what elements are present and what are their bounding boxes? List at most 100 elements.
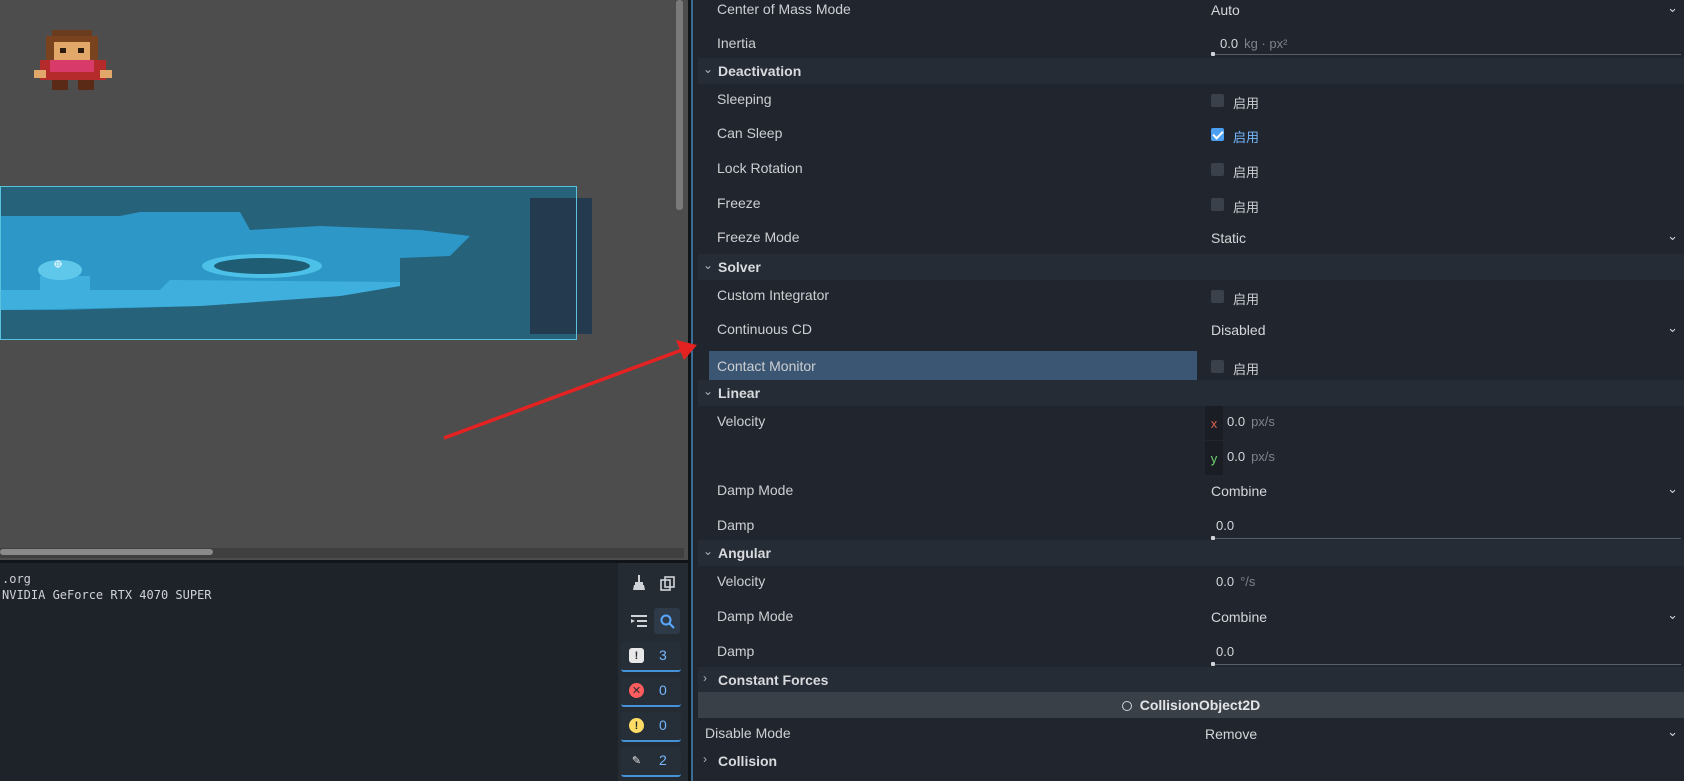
sleeping-checkbox[interactable]: [1211, 94, 1224, 107]
angular-damp-field[interactable]: 0.0: [1216, 644, 1234, 659]
velocity-y-value: 0.0: [1227, 449, 1246, 464]
property-custom-integrator[interactable]: Custom Integrator 启用: [693, 280, 1684, 314]
property-sleeping[interactable]: Sleeping 启用: [693, 84, 1684, 118]
copy-icon: [659, 575, 675, 591]
property-label: Contact Monitor: [717, 358, 816, 374]
angular-damp-slider[interactable]: [1211, 662, 1681, 666]
property-label: Damp: [717, 517, 755, 533]
checkbox-label: 启用: [1233, 165, 1260, 180]
copy-output-button[interactable]: [654, 570, 680, 596]
filter-errors-button[interactable]: ✕ 0: [621, 677, 681, 707]
property-freeze-mode[interactable]: Freeze Mode Static ⌄: [693, 222, 1684, 256]
property-center-of-mass-mode[interactable]: Center of Mass Mode Auto ⌄: [693, 0, 1684, 24]
angular-velocity-value: 0.0: [1216, 574, 1235, 589]
section-solver[interactable]: ⌄ Solver: [698, 254, 1684, 280]
velocity-y-field[interactable]: y 0.0 px/s: [1201, 441, 1684, 475]
property-label: Velocity: [717, 413, 766, 429]
property-angular-damp-mode[interactable]: Damp Mode Combine ⌄: [693, 601, 1684, 635]
filter-warnings-button[interactable]: ! 0: [621, 712, 681, 742]
search-icon: [660, 614, 675, 629]
viewport-horizontal-scrollbar[interactable]: [0, 549, 213, 555]
property-angular-damp[interactable]: Damp 0.0: [693, 636, 1684, 670]
chevron-down-icon: ⌄: [703, 384, 714, 398]
viewport-vertical-scrollbar[interactable]: [676, 0, 683, 210]
contact-monitor-checkbox[interactable]: [1211, 360, 1224, 373]
inertia-value: 0.0: [1220, 36, 1239, 51]
continuous-cd-dropdown[interactable]: Disabled: [1211, 322, 1265, 338]
canvas-viewport[interactable]: [0, 0, 688, 560]
property-lock-rotation[interactable]: Lock Rotation 启用: [693, 153, 1684, 187]
property-continuous-cd[interactable]: Continuous CD Disabled ⌄: [693, 314, 1684, 348]
property-contact-monitor[interactable]: Contact Monitor 启用: [693, 351, 1684, 381]
collapse-duplicates-button[interactable]: [626, 608, 652, 634]
property-label: Damp Mode: [717, 608, 794, 624]
property-label: Sleeping: [717, 91, 772, 107]
chevron-down-icon: ⌄: [1667, 228, 1678, 243]
section-title: Constant Forces: [718, 672, 829, 688]
inertia-value-field[interactable]: 0.0 kg · px²: [1220, 36, 1287, 51]
chevron-down-icon: ⌄: [1667, 607, 1678, 622]
property-can-sleep[interactable]: Can Sleep 启用: [693, 118, 1684, 152]
linear-damp-slider[interactable]: [1211, 536, 1681, 540]
chevron-down-icon: ⌄: [1667, 481, 1678, 496]
section-linear[interactable]: ⌄ Linear: [698, 380, 1684, 406]
console-line: .org: [2, 572, 31, 586]
property-label: Center of Mass Mode: [717, 1, 851, 17]
can-sleep-checkbox[interactable]: [1211, 128, 1224, 141]
custom-integrator-checkbox[interactable]: [1211, 290, 1224, 303]
class-title: CollisionObject2D: [1139, 697, 1261, 713]
velocity-x-field[interactable]: x 0.0 px/s: [1201, 406, 1684, 440]
platform-sprite[interactable]: [0, 186, 592, 342]
chevron-down-icon: ⌄: [703, 544, 714, 558]
property-angular-velocity[interactable]: Velocity 0.0 °/s: [693, 566, 1684, 600]
property-disable-mode[interactable]: Disable Mode Remove ⌄: [693, 718, 1684, 750]
x-axis-label: x: [1205, 406, 1223, 440]
section-title: Linear: [718, 385, 761, 401]
property-freeze[interactable]: Freeze 启用: [693, 188, 1684, 222]
property-linear-damp[interactable]: Damp 0.0: [693, 510, 1684, 544]
edit-icon: ✎: [631, 755, 642, 767]
property-inertia[interactable]: Inertia 0.0 kg · px²: [693, 28, 1684, 58]
output-console[interactable]: .org NVIDIA GeForce RTX 4070 SUPER: [0, 563, 618, 781]
checkbox-label: 启用: [1233, 200, 1260, 215]
property-linear-damp-mode[interactable]: Damp Mode Combine ⌄: [693, 475, 1684, 509]
inspector-panel: Center of Mass Mode Auto ⌄ Inertia 0.0 kg …: [693, 0, 1684, 781]
linear-damp-mode-dropdown[interactable]: Combine: [1211, 483, 1267, 499]
broom-icon: [633, 575, 645, 590]
property-linear-velocity[interactable]: Velocity x 0.0 px/s y 0.0 px/s: [693, 406, 1684, 475]
angular-velocity-field[interactable]: 0.0 °/s: [1216, 574, 1255, 589]
property-label: Freeze: [717, 195, 761, 211]
linear-damp-field[interactable]: 0.0: [1216, 518, 1234, 533]
section-collision[interactable]: › Collision: [698, 748, 1684, 774]
search-filter-button[interactable]: [654, 608, 680, 634]
angular-velocity-unit: °/s: [1240, 574, 1256, 589]
angular-damp-mode-dropdown[interactable]: Combine: [1211, 609, 1267, 625]
checkbox-label: 启用: [1233, 130, 1260, 145]
checkbox-label: 启用: [1233, 96, 1260, 111]
lock-rotation-checkbox[interactable]: [1211, 163, 1224, 176]
velocity-unit: px/s: [1251, 449, 1275, 464]
property-label: Damp: [717, 643, 755, 659]
center-of-mass-mode-dropdown[interactable]: Auto: [1211, 2, 1240, 18]
clear-output-button[interactable]: [626, 570, 652, 596]
indent-list-icon: [631, 615, 647, 627]
filter-messages-button[interactable]: ! 3: [621, 642, 681, 672]
filter-editor-button[interactable]: ✎ 2: [621, 747, 681, 777]
inertia-slider[interactable]: [1211, 52, 1681, 56]
section-constant-forces[interactable]: › Constant Forces: [698, 667, 1684, 693]
property-label: Damp Mode: [717, 482, 794, 498]
section-title: Collision: [718, 753, 778, 769]
property-label: Custom Integrator: [717, 287, 830, 303]
player-sprite[interactable]: [32, 26, 114, 92]
chevron-right-icon: ›: [703, 752, 707, 766]
chevron-down-icon: ⌄: [703, 62, 714, 76]
disable-mode-dropdown[interactable]: Remove: [1205, 726, 1257, 742]
freeze-checkbox[interactable]: [1211, 198, 1224, 211]
velocity-unit: px/s: [1251, 414, 1275, 429]
messages-count: 3: [659, 647, 667, 663]
freeze-mode-dropdown[interactable]: Static: [1211, 230, 1246, 246]
console-toolbar: ! 3 ✕ 0 ! 0 ✎ 2: [618, 563, 688, 781]
section-deactivation[interactable]: ⌄ Deactivation: [698, 58, 1684, 84]
section-angular[interactable]: ⌄ Angular: [698, 540, 1684, 566]
class-header-collisionobject2d[interactable]: CollisionObject2D: [698, 692, 1684, 718]
